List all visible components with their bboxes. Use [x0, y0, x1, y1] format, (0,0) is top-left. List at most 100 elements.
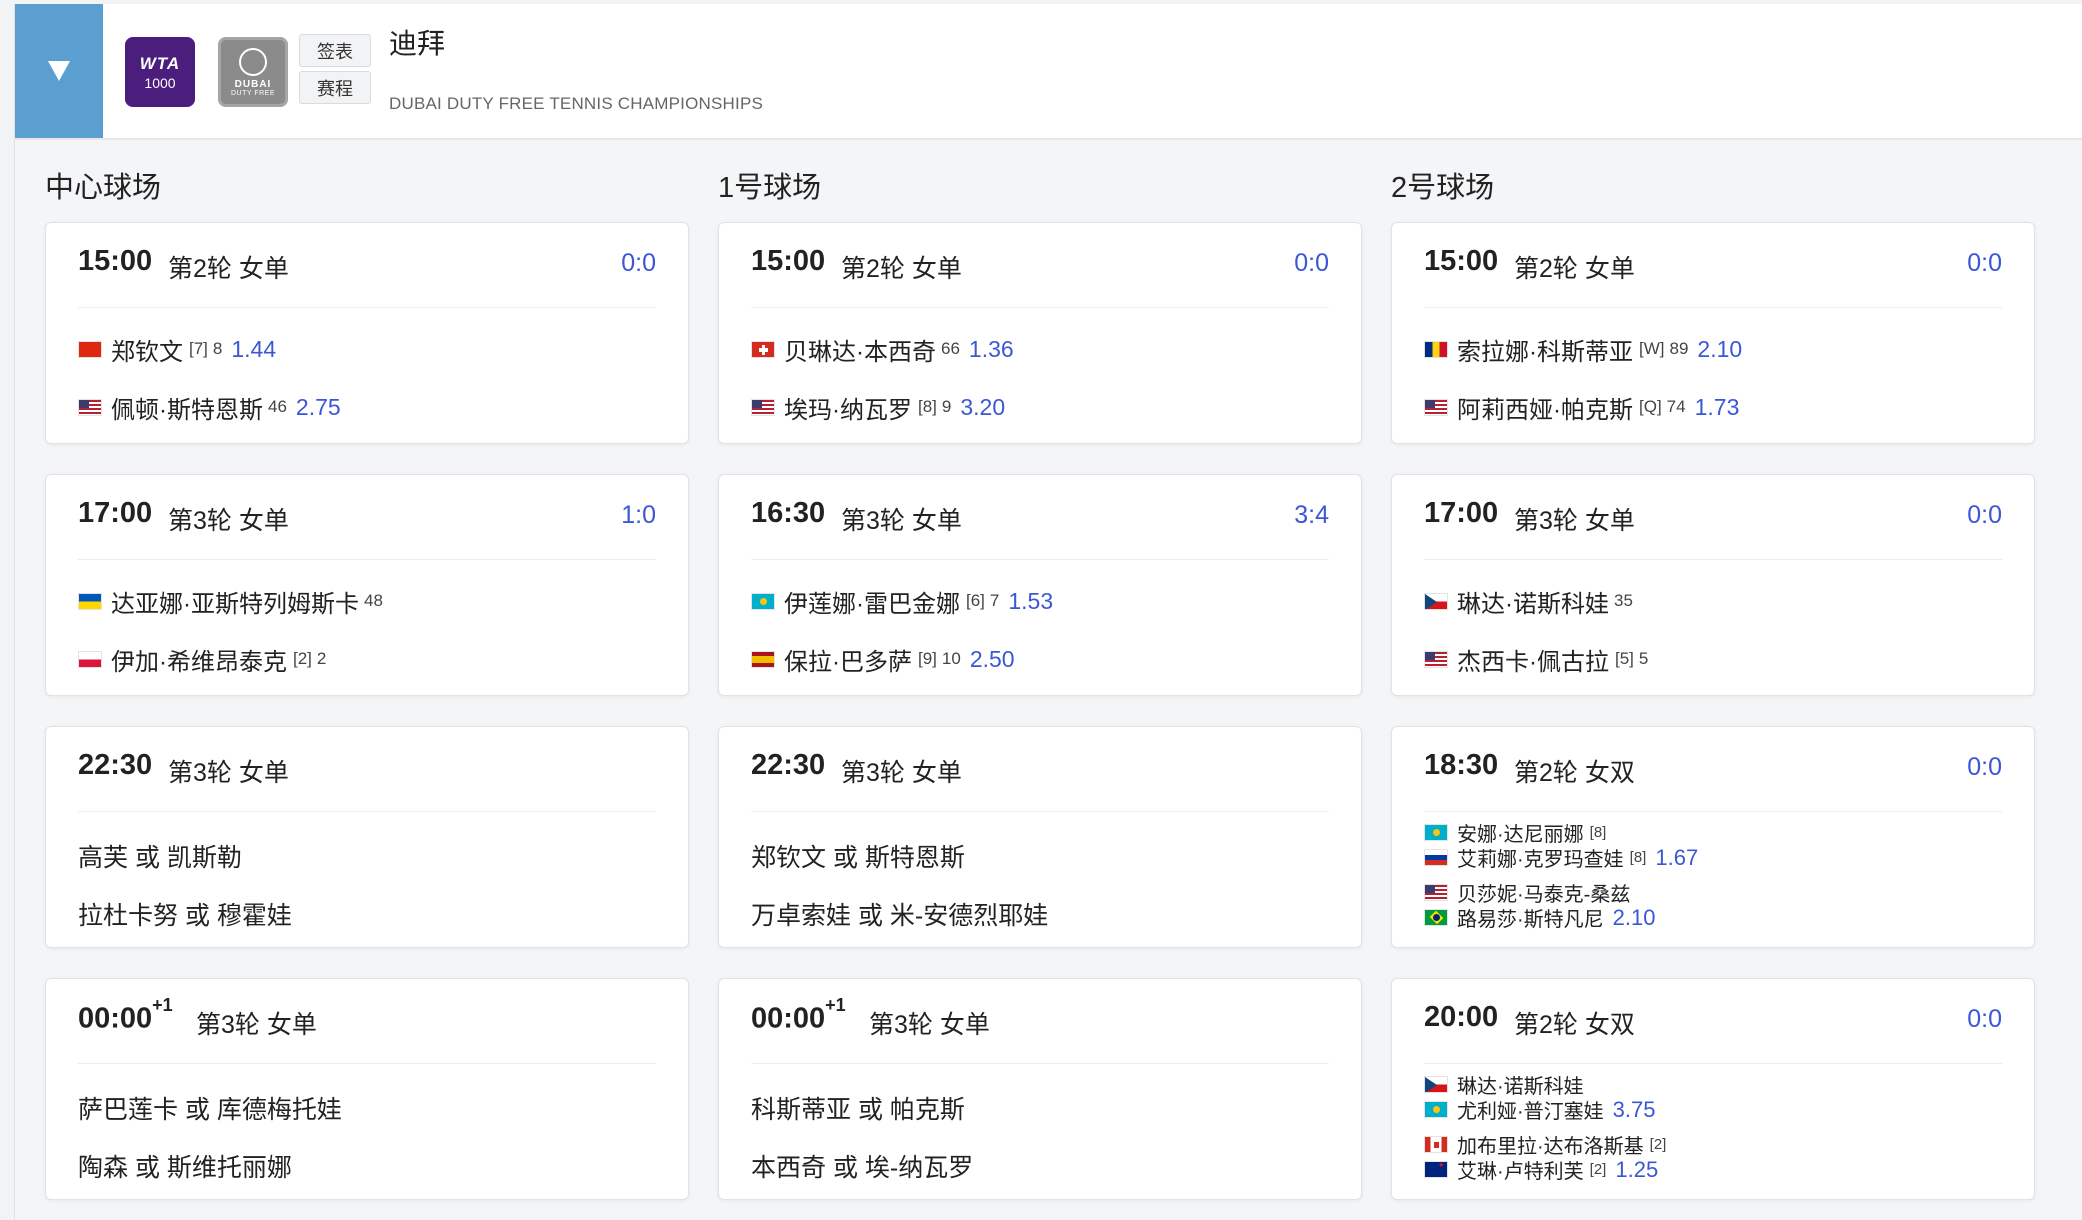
player-seed: [W] [1639, 339, 1665, 358]
player-seed: [2] [1649, 1136, 1667, 1153]
player-odds[interactable]: 1.44 [231, 336, 276, 363]
player-name[interactable]: 艾莉娜·克罗玛查娃 [1457, 843, 1624, 872]
match-card[interactable]: 16:30 第3轮 女单 3:4 伊莲娜·雷巴金娜 [6] 7 1.53 保拉·巴多萨 [9] 1… [718, 474, 1362, 696]
player-name[interactable]: 杰西卡·佩古拉 [1457, 642, 1609, 677]
player-row[interactable]: 达亚娜·亚斯特列姆斯卡 48 [78, 584, 656, 618]
team-odds[interactable]: 3.75 [1613, 1097, 1656, 1123]
schedule-button[interactable]: 赛程 [299, 71, 371, 104]
player-row[interactable]: 杰西卡·佩古拉 [5] 5 [1424, 642, 2002, 676]
player-row[interactable]: 贝琳达·本西奇 66 1.36 [751, 332, 1329, 366]
player-name[interactable]: 佩顿·斯特恩斯 [111, 390, 263, 425]
match-card[interactable]: 00:00+1 第3轮 女单 萨巴莲卡 或 库德梅托娃 陶森 或 斯维托丽娜 [45, 978, 689, 1200]
match-time-text: 20:00 [1424, 1001, 1499, 1033]
player-name[interactable]: 索拉娜·科斯蒂亚 [1457, 332, 1633, 367]
player-odds[interactable]: 1.36 [969, 336, 1014, 363]
cn-flag-icon [78, 340, 102, 358]
match-round: 第2轮 女单 [168, 255, 289, 283]
match-time: 00:00+1 [751, 995, 846, 1036]
match-card[interactable]: 17:00 第3轮 女单 1:0 达亚娜·亚斯特列姆斯卡 48 伊加·希维昂泰克 [2] 2 [45, 474, 689, 696]
draw-button[interactable]: 签表 [299, 34, 371, 67]
match-time: 00:00+1 [78, 995, 173, 1036]
doubles-player-row[interactable]: 贝莎妮·马泰克-桑兹 [1424, 880, 2002, 906]
player-row[interactable]: 郑钦文 [7] 8 1.44 [78, 332, 656, 366]
player-name[interactable]: 琳达·诺斯科娃 [1457, 584, 1609, 619]
player-rank: 8 [212, 339, 223, 358]
next-day-marker: +1 [825, 995, 846, 1015]
player-odds[interactable]: 2.10 [1697, 336, 1742, 363]
player-seed: [2] [293, 649, 312, 668]
team-odds[interactable]: 1.67 [1655, 845, 1698, 871]
match-score[interactable]: 1:0 [621, 501, 656, 530]
kz-flag-icon [751, 592, 775, 610]
player-row[interactable]: 伊莲娜·雷巴金娜 [6] 7 1.53 [751, 584, 1329, 618]
doubles-player-row[interactable]: 路易莎·斯特凡尼 2.10 [1424, 903, 2002, 932]
doubles-player-row[interactable]: 尤利娅·普汀塞娃 3.75 [1424, 1095, 2002, 1124]
match-card[interactable]: 15:00 第2轮 女单 0:0 索拉娜·科斯蒂亚 [W] 89 2.10 阿莉西娅·帕克斯 [… [1391, 222, 2035, 444]
player-name[interactable]: 伊莲娜·雷巴金娜 [784, 584, 960, 619]
player-name[interactable]: 艾琳·卢特利芙 [1457, 1155, 1584, 1184]
player-odds[interactable]: 3.20 [960, 394, 1005, 421]
player-name[interactable]: 尤利娅·普汀塞娃 [1457, 1095, 1604, 1124]
player-name[interactable]: 伊加·希维昂泰克 [111, 642, 287, 677]
ua-flag-icon [78, 592, 102, 610]
cz-flag-icon [1424, 1076, 1448, 1093]
match-time-text: 17:00 [1424, 497, 1499, 529]
player-odds[interactable]: 2.50 [970, 646, 1015, 673]
player-seed: [8] [918, 397, 937, 416]
player-name[interactable]: 郑钦文 [111, 332, 183, 367]
player-row[interactable]: 琳达·诺斯科娃 35 [1424, 584, 2002, 618]
match-score[interactable]: 0:0 [1967, 501, 2002, 530]
player-name[interactable]: 阿莉西娅·帕克斯 [1457, 390, 1633, 425]
pending-matchup: 本西奇 或 埃-纳瓦罗 [751, 1154, 974, 1182]
match-card[interactable]: 22:30 第3轮 女单 高芙 或 凯斯勒 拉杜卡努 或 穆霍娃 [45, 726, 689, 948]
match-score[interactable]: 3:4 [1294, 501, 1329, 530]
player-row[interactable]: 伊加·希维昂泰克 [2] 2 [78, 642, 656, 676]
doubles-player-row[interactable]: 安娜·达尼丽娜 [8] [1424, 820, 2002, 846]
match-card[interactable]: 00:00+1 第3轮 女单 科斯蒂亚 或 帕克斯 本西奇 或 埃-纳瓦罗 [718, 978, 1362, 1200]
player-rank: 5 [1638, 649, 1649, 668]
match-card[interactable]: 18:30 第2轮 女双 0:0 安娜·达尼丽娜 [8] 艾莉娜·克罗玛查娃 [8] 1.67… [1391, 726, 2035, 948]
team-odds[interactable]: 1.25 [1615, 1157, 1658, 1183]
match-card[interactable]: 22:30 第3轮 女单 郑钦文 或 斯特恩斯 万卓索娃 或 米-安德烈耶娃 [718, 726, 1362, 948]
player-name[interactable]: 达亚娜·亚斯特列姆斯卡 [111, 584, 359, 619]
dubai-tournament-logo: DUBAI DUTY FREE [218, 37, 288, 107]
match-score[interactable]: 0:0 [1967, 249, 2002, 278]
player-odds[interactable]: 2.75 [296, 394, 341, 421]
match-card[interactable]: 20:00 第2轮 女双 0:0 琳达·诺斯科娃 尤利娅·普汀塞娃 3.75 加布里拉·达布… [1391, 978, 2035, 1200]
doubles-player-row[interactable]: 琳达·诺斯科娃 [1424, 1072, 2002, 1098]
match-score[interactable]: 0:0 [1967, 753, 2002, 782]
player-name[interactable]: 埃玛·纳瓦罗 [784, 390, 912, 425]
collapse-toggle-button[interactable] [15, 4, 103, 138]
match-card[interactable]: 15:00 第2轮 女单 0:0 贝琳达·本西奇 66 1.36 埃玛·纳瓦罗 [8] 9 3.2… [718, 222, 1362, 444]
player-name[interactable]: 保拉·巴多萨 [784, 642, 912, 677]
doubles-player-row[interactable]: 加布里拉·达布洛斯基 [2] [1424, 1132, 2002, 1158]
match-score[interactable]: 0:0 [1294, 249, 1329, 278]
match-score[interactable]: 0:0 [621, 249, 656, 278]
match-time: 16:30 [751, 497, 825, 530]
match-time: 20:00 [1424, 1001, 1498, 1034]
cz-flag-icon [1424, 592, 1448, 610]
match-score[interactable]: 0:0 [1967, 1005, 2002, 1034]
player-seed: [5] [1615, 649, 1634, 668]
player-odds[interactable]: 1.73 [1695, 394, 1740, 421]
kz-flag-icon [1424, 1101, 1448, 1118]
doubles-player-row[interactable]: 艾莉娜·克罗玛查娃 [8] 1.67 [1424, 843, 2002, 872]
player-row[interactable]: 保拉·巴多萨 [9] 10 2.50 [751, 642, 1329, 676]
player-row[interactable]: 阿莉西娅·帕克斯 [Q] 74 1.73 [1424, 390, 2002, 424]
match-header: 15:00 第2轮 女单 0:0 [751, 223, 1329, 308]
player-name[interactable]: 路易莎·斯特凡尼 [1457, 903, 1604, 932]
pl-flag-icon [78, 650, 102, 668]
player-odds[interactable]: 1.53 [1008, 588, 1053, 615]
team-odds[interactable]: 2.10 [1613, 905, 1656, 931]
match-card[interactable]: 15:00 第2轮 女单 0:0 郑钦文 [7] 8 1.44 佩顿·斯特恩斯 46 2.75 [45, 222, 689, 444]
player-row[interactable]: 埃玛·纳瓦罗 [8] 9 3.20 [751, 390, 1329, 424]
match-card[interactable]: 17:00 第3轮 女单 0:0 琳达·诺斯科娃 35 杰西卡·佩古拉 [5] 5 [1391, 474, 2035, 696]
doubles-player-row[interactable]: 艾琳·卢特利芙 [2] 1.25 [1424, 1155, 2002, 1184]
player-row[interactable]: 索拉娜·科斯蒂亚 [W] 89 2.10 [1424, 332, 2002, 366]
match-time-text: 00:00 [751, 1002, 826, 1035]
player-row[interactable]: 佩顿·斯特恩斯 46 2.75 [78, 390, 656, 424]
player-seed: [6] [966, 591, 985, 610]
player-name[interactable]: 贝琳达·本西奇 [784, 332, 936, 367]
match-header: 18:30 第2轮 女双 0:0 [1424, 727, 2002, 812]
pending-matchup: 萨巴莲卡 或 库德梅托娃 [78, 1096, 342, 1124]
